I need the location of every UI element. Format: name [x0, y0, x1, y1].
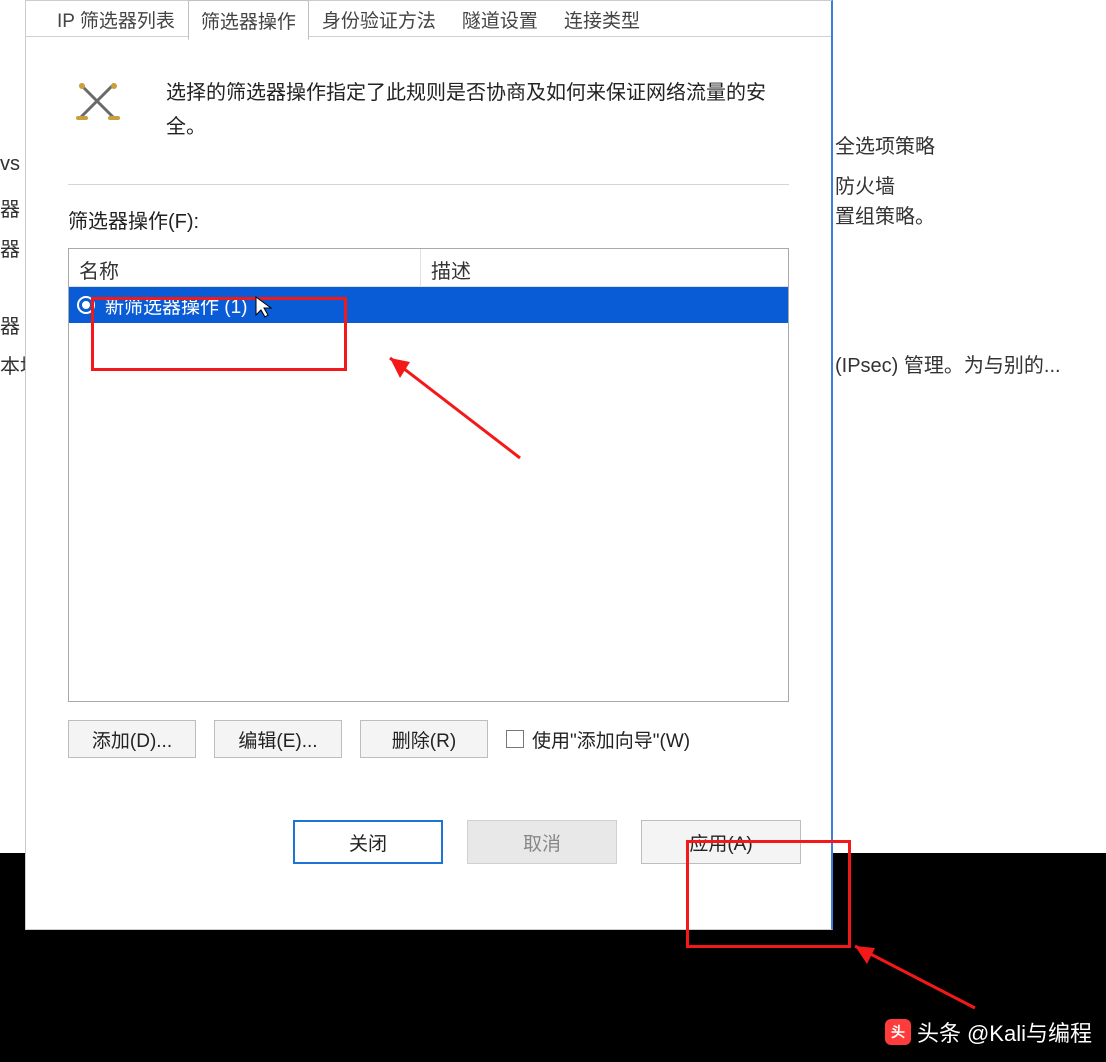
intro-text: 选择的筛选器操作指定了此规则是否协商及如何来保证网络流量的安全。	[166, 72, 789, 144]
bg-text: 全选项策略	[835, 130, 935, 159]
add-button[interactable]: 添加(D)...	[68, 720, 196, 758]
bg-text: 置组策略。	[835, 200, 935, 229]
separator	[68, 184, 789, 185]
use-wizard-label: 使用"添加向导"(W)	[532, 726, 690, 753]
bg-text: vs	[0, 153, 20, 176]
tab-ip-filter-list[interactable]: IP 筛选器列表	[44, 0, 188, 38]
tab-connection-type[interactable]: 连接类型	[551, 0, 653, 38]
edit-button[interactable]: 编辑(E)...	[214, 720, 342, 758]
list-item-name: 新筛选器操作 (1)	[105, 292, 248, 319]
tab-filter-action[interactable]: 筛选器操作	[188, 0, 309, 40]
close-button[interactable]: 关闭	[293, 820, 443, 864]
bg-text: 器	[0, 310, 20, 339]
apply-button[interactable]: 应用(A)	[641, 820, 801, 864]
bg-text: 防火墙	[835, 170, 895, 199]
use-wizard-checkbox[interactable]: 使用"添加向导"(W)	[506, 726, 690, 753]
list-header: 名称 描述	[69, 249, 788, 287]
filter-action-list[interactable]: 名称 描述 新筛选器操作 (1)	[68, 248, 789, 702]
watermark-handle: @Kali与编程	[967, 1016, 1092, 1048]
bg-text: (IPsec) 管理。为与别的...	[835, 349, 1061, 378]
list-item-selected[interactable]: 新筛选器操作 (1)	[69, 287, 788, 323]
properties-dialog: IP 筛选器列表 筛选器操作 身份验证方法 隧道设置 连接类型 选择的筛选器操作…	[25, 0, 833, 930]
toutiao-logo-icon: 头	[885, 1019, 911, 1045]
delete-button[interactable]: 删除(R)	[360, 720, 488, 758]
watermark: 头 头条 @Kali与编程	[885, 1016, 1092, 1048]
cancel-button: 取消	[467, 820, 617, 864]
filter-action-label: 筛选器操作(F):	[68, 205, 789, 234]
checkbox-icon	[506, 730, 524, 748]
dialog-footer: 关闭 取消 应用(A)	[26, 776, 831, 882]
bg-text: 器	[0, 233, 20, 262]
intro-section: 选择的筛选器操作指定了此规则是否协商及如何来保证网络流量的安全。	[68, 72, 789, 144]
swords-icon	[74, 78, 122, 126]
annotation-arrow-icon	[845, 938, 985, 1018]
radio-selected-icon	[77, 296, 95, 314]
column-desc[interactable]: 描述	[421, 249, 788, 286]
list-actions: 添加(D)... 编辑(E)... 删除(R) 使用"添加向导"(W)	[68, 720, 789, 758]
tab-auth-method[interactable]: 身份验证方法	[309, 0, 449, 38]
watermark-brand: 头条	[917, 1016, 961, 1048]
tab-bar: IP 筛选器列表 筛选器操作 身份验证方法 隧道设置 连接类型	[26, 1, 831, 37]
tab-tunnel-settings[interactable]: 隧道设置	[449, 0, 551, 38]
column-name[interactable]: 名称	[69, 249, 421, 286]
bg-text: 器	[0, 193, 20, 222]
dialog-body: 选择的筛选器操作指定了此规则是否协商及如何来保证网络流量的安全。 筛选器操作(F…	[26, 37, 831, 776]
